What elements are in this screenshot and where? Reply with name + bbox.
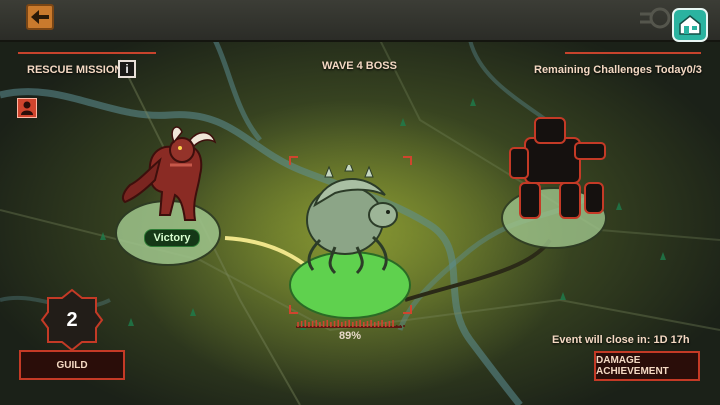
home-icon (679, 15, 701, 35)
event-close-timer: Event will close in: 1D 17h (552, 334, 690, 346)
boss-hp-percent: 89% (338, 330, 362, 342)
game-screen: Victory 89% RESCUE MISSION i WAVE 4 BOSS… (0, 0, 720, 405)
map-tool-icon (640, 7, 671, 29)
top-bar (0, 0, 720, 42)
damage-achievement-button[interactable]: DAMAGE ACHIEVEMENT (594, 351, 700, 381)
right-header-line (565, 52, 701, 54)
back-arrow-icon (31, 10, 49, 24)
wave-title: WAVE 4 BOSS (322, 60, 397, 72)
profile-button[interactable] (17, 98, 37, 118)
profile-icon (21, 101, 33, 115)
info-icon: i (125, 62, 129, 76)
home-button[interactable] (672, 8, 708, 42)
remaining-challenges: Remaining Challenges Today0/3 (534, 64, 702, 76)
info-button[interactable]: i (118, 60, 136, 78)
left-header-line (18, 52, 156, 54)
mission-title: RESCUE MISSION (27, 64, 123, 76)
guild-count: 2 (66, 308, 78, 331)
target-bracket (289, 156, 412, 314)
guild-button[interactable]: GUILD (19, 350, 125, 380)
victory-status: Victory (144, 229, 200, 247)
red-demon-boss[interactable] (120, 120, 220, 230)
back-button[interactable] (26, 4, 54, 30)
mech-boss[interactable] (505, 108, 610, 223)
